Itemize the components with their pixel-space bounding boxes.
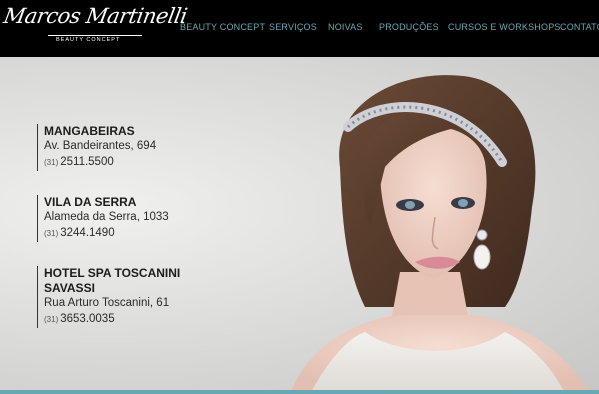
- site-header: Marcos Martinelli BEAUTY CONCEPT BEAUTY …: [0, 0, 599, 57]
- location-phone-number: 3244.1490: [60, 227, 115, 239]
- location-phone[interactable]: (31) 3244.1490: [44, 225, 169, 242]
- location-phone[interactable]: (31) 3653.0035: [44, 311, 180, 328]
- brand-logo-rule: [48, 35, 142, 36]
- location-name: VILA DA SERRA: [44, 195, 137, 209]
- location-hotel-spa-toscanini: HOTEL SPA TOSCANINI SAVASSI Rua Arturo T…: [37, 266, 180, 328]
- nav-item-producoes[interactable]: PRODUÇÕES: [379, 22, 439, 32]
- location-phone-number: 2511.5500: [60, 156, 114, 168]
- bride-portrait-image: [290, 75, 590, 394]
- location-area-code: (31): [44, 315, 59, 324]
- location-area-code: (31): [44, 229, 59, 238]
- location-mangabeiras: MANGABEIRAS Av. Bandeirantes, 694 (31) 25…: [37, 124, 156, 171]
- location-address: Av. Bandeirantes, 694: [44, 140, 157, 152]
- nav-item-cursos-workshops[interactable]: CURSOS E WORKSHOPS: [448, 22, 561, 32]
- location-name-line1: HOTEL SPA TOSCANINI: [44, 266, 181, 280]
- nav-item-servicos[interactable]: SERVIÇOS: [269, 22, 317, 32]
- location-vila-da-serra: VILA DA SERRA Alameda da Serra, 1033 (31…: [37, 195, 169, 242]
- nav-item-beauty-concept[interactable]: BEAUTY CONCEPT: [180, 22, 265, 32]
- nav-item-noivas[interactable]: NOIVAS: [328, 22, 363, 32]
- location-phone-number: 3653.0035: [60, 313, 115, 325]
- hero-banner: MANGABEIRAS Av. Bandeirantes, 694 (31) 25…: [0, 57, 599, 394]
- brand-logo[interactable]: Marcos Martinelli BEAUTY CONCEPT: [2, 4, 189, 52]
- location-phone[interactable]: (31) 2511.5500: [44, 154, 156, 171]
- location-address: Rua Arturo Toscanini, 61: [44, 297, 170, 309]
- nav-item-contato[interactable]: CONTATO: [560, 22, 599, 32]
- location-name: MANGABEIRAS: [44, 124, 135, 138]
- bottom-accent-bar: [0, 390, 599, 394]
- location-area-code: (31): [44, 158, 59, 167]
- location-name-line2: SAVASSI: [44, 281, 95, 295]
- location-address: Alameda da Serra, 1033: [44, 211, 169, 223]
- brand-tagline: BEAUTY CONCEPT: [56, 37, 121, 43]
- brand-logo-script: Marcos Martinelli: [1, 4, 189, 28]
